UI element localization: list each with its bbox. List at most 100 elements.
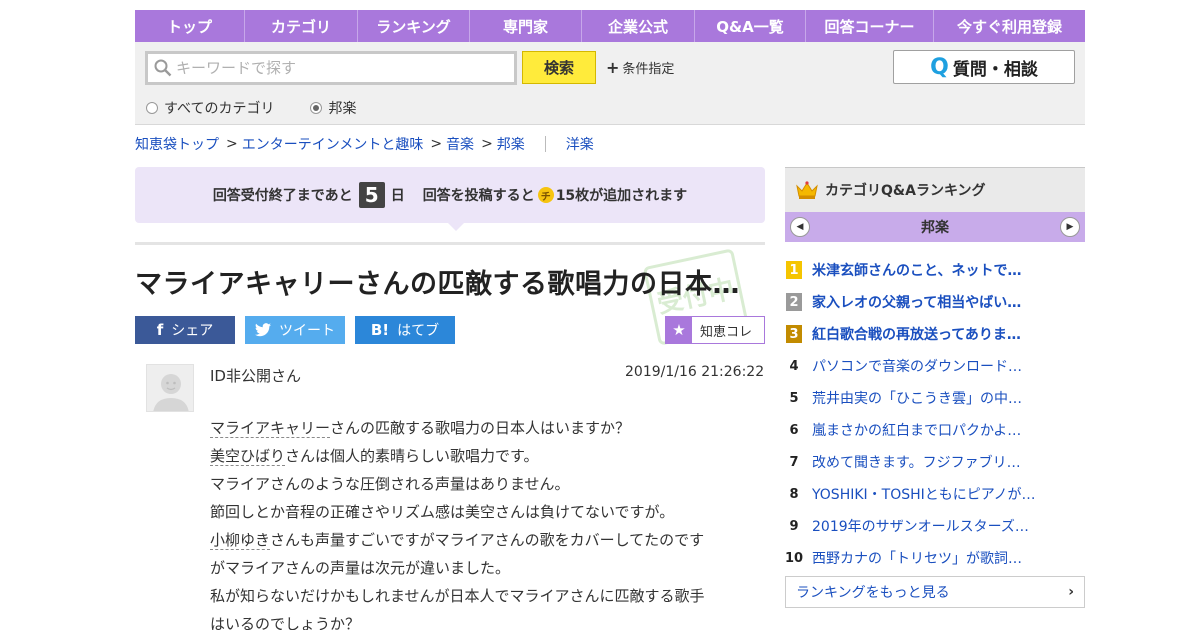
line-text: さんの匹敵する歌唱力の日本人はいますか？ — [330, 419, 631, 437]
rank-link[interactable]: 改めて聞きます。フジファブリ… — [812, 452, 1021, 472]
search-area: 検索 + 条件指定 Q 質問・相談 すべてのカテゴリ 邦楽 — [135, 42, 1085, 125]
ask-question-button[interactable]: Q 質問・相談 — [893, 50, 1075, 84]
twitter-icon — [255, 323, 271, 337]
star-icon: ★ — [666, 317, 692, 343]
ranking-item[interactable]: 3 紅白歌合戦の再放送ってありま… — [785, 318, 1085, 350]
question-title: マライアキャリーさんの匹敵する歌唱力の日本… — [135, 269, 740, 300]
question-line: 私が知らないだけかもしれませんが日本人でマライアさんに匹敵する歌手 — [210, 582, 755, 610]
line-text: マライアさんのような圧倒される声量はありません。 — [210, 475, 570, 493]
nav-expert[interactable]: 専門家 — [470, 10, 582, 42]
question-body: マライアキャリーさんの匹敵する歌唱力の日本人はいますか？ 美空ひばりさんは個人的… — [210, 414, 755, 630]
prev-category-icon[interactable]: ◀ — [790, 217, 810, 237]
day-unit: 日 — [390, 188, 405, 204]
rank-link[interactable]: 家入レオの父親って相当やばい… — [812, 292, 1021, 312]
breadcrumb-separator: > — [430, 136, 443, 152]
rank-link[interactable]: 2019年のサザンオールスターズ… — [812, 516, 1029, 536]
ranking-item[interactable]: 10 西野カナの「トリセツ」が歌詞… — [785, 542, 1085, 574]
rank-link[interactable]: 紅白歌合戦の再放送ってありま… — [812, 324, 1021, 344]
search-button[interactable]: 検索 — [522, 51, 596, 84]
twitter-share-button[interactable]: ツイート — [245, 316, 345, 344]
breadcrumb-music[interactable]: 音楽 — [446, 134, 474, 154]
notice-mid: 回答を投稿すると — [422, 188, 535, 204]
rank-number: 1 — [786, 261, 802, 279]
breadcrumb-top[interactable]: 知恵袋トップ — [135, 134, 219, 154]
breadcrumb-separator: > — [226, 136, 238, 152]
condition-label: 条件指定 — [622, 62, 675, 77]
question-line: がマライアさんの声量は次元が違いました。 — [210, 554, 755, 582]
ranking-item[interactable]: 7 改めて聞きます。フジファブリ… — [785, 446, 1085, 478]
search-input[interactable] — [176, 59, 496, 77]
coin-icon: チ — [537, 187, 554, 203]
rank-number: 2 — [786, 293, 802, 311]
question-line: 小柳ゆきさんも声量すごいですがマライアさんの歌をカバーしてたのです — [210, 526, 755, 554]
ranking-item[interactable]: 9 2019年のサザンオールスターズ… — [785, 510, 1085, 542]
question-line: 美空ひばりさんは個人的素晴らしい歌唱力です。 — [210, 442, 755, 470]
breadcrumb-western-music[interactable]: 洋楽 — [566, 134, 594, 154]
rank-link[interactable]: YOSHIKI・TOSHIともにピアノが… — [812, 484, 1036, 504]
more-ranking-label: ランキングをもっと見る — [796, 585, 950, 601]
nav-category[interactable]: カテゴリ — [245, 10, 358, 42]
chevron-right-icon: › — [1068, 584, 1074, 600]
share-label: はてブ — [397, 323, 440, 339]
notice-suffix: 15枚が追加されます — [555, 188, 688, 204]
ranking-header: カテゴリQ&Aランキング — [785, 167, 1085, 212]
question-line: マライアさんのような圧倒される声量はありません。 — [210, 470, 755, 498]
ranking-item[interactable]: 8 YOSHIKI・TOSHIともにピアノが… — [785, 478, 1085, 510]
days-remaining: 5 — [358, 182, 385, 208]
favorite-button[interactable]: ★ 知恵コレ — [665, 316, 765, 344]
rank-number: 10 — [784, 550, 804, 566]
line-text: 節回しとか音程の正確さやリズム感は美空さんは負けてないですが。 — [210, 503, 675, 521]
divider — [544, 136, 546, 152]
facebook-share-button[interactable]: f シェア — [135, 316, 235, 344]
notice-prefix: 回答受付終了まであと — [212, 188, 353, 204]
breadcrumb: 知恵袋トップ > エンターテインメントと趣味 > 音楽 > 邦楽 洋楽 — [135, 134, 594, 154]
radio-all-categories[interactable]: すべてのカテゴリ — [146, 98, 274, 118]
nav-official[interactable]: 企業公式 — [582, 10, 695, 42]
nav-qa-list[interactable]: Q&A一覧 — [695, 10, 806, 42]
rank-link[interactable]: パソコンで音楽のダウンロード… — [812, 356, 1022, 376]
user-name[interactable]: ID非公開さん — [210, 365, 301, 386]
radio-dot — [146, 102, 158, 114]
category-scope: すべてのカテゴリ 邦楽 — [146, 98, 392, 118]
ranking-item[interactable]: 2 家入レオの父親って相当やばい… — [785, 286, 1085, 318]
ranking-title: カテゴリQ&Aランキング — [825, 183, 986, 199]
divider — [135, 242, 765, 245]
condition-link[interactable]: + 条件指定 — [606, 58, 674, 77]
nav-register[interactable]: 今すぐ利用登録 — [934, 10, 1085, 42]
rank-link[interactable]: 嵐まさかの紅白まで口パクかよ… — [812, 420, 1021, 440]
line-text: がマライアさんの声量は次元が違いました。 — [210, 559, 511, 577]
question-line: 節回しとか音程の正確さやリズム感は美空さんは負けてないですが。 — [210, 498, 755, 526]
hatena-bookmark-button[interactable]: B! はてブ — [355, 316, 455, 344]
ranking-item[interactable]: 1 米津玄師さんのこと、ネットで… — [785, 254, 1085, 286]
rank-link[interactable]: 荒井由実の「ひこうき雲」の中… — [812, 388, 1022, 408]
radio-label: 邦楽 — [328, 101, 357, 117]
ranking-category-bar: ◀ 邦楽 ▶ — [785, 212, 1085, 242]
nav-ranking[interactable]: ランキング — [358, 10, 470, 42]
rank-number: 9 — [789, 518, 799, 534]
plus-icon: + — [606, 58, 620, 77]
avatar — [146, 364, 194, 412]
rank-number: 8 — [789, 486, 799, 502]
breadcrumb-jpop[interactable]: 邦楽 — [497, 134, 525, 154]
keyword-link[interactable]: マライアキャリー — [210, 419, 331, 438]
more-ranking-link[interactable]: ランキングをもっと見る › — [785, 576, 1085, 608]
breadcrumb-entertainment[interactable]: エンターテインメントと趣味 — [242, 134, 424, 154]
favorite-label: 知恵コレ — [700, 324, 753, 340]
keyword-link[interactable]: 美空ひばり — [210, 447, 286, 466]
nav-top[interactable]: トップ — [135, 10, 245, 42]
share-label: ツイート — [279, 323, 335, 339]
ranking-item[interactable]: 6 嵐まさかの紅白まで口パクかよ… — [785, 414, 1085, 446]
rank-number: 4 — [789, 358, 799, 374]
ranking-item[interactable]: 5 荒井由実の「ひこうき雲」の中… — [785, 382, 1085, 414]
nav-answer-corner[interactable]: 回答コーナー — [806, 10, 934, 42]
keyword-link[interactable]: 小柳ゆき — [210, 531, 271, 550]
rank-link[interactable]: 米津玄師さんのこと、ネットで… — [812, 260, 1021, 280]
line-text: はいるのでしょうか？ — [210, 615, 361, 630]
rank-link[interactable]: 西野カナの「トリセツ」が歌詞… — [812, 548, 1022, 568]
ranking-item[interactable]: 4 パソコンで音楽のダウンロード… — [785, 350, 1085, 382]
search-box[interactable] — [145, 51, 517, 85]
radio-current-category[interactable]: 邦楽 — [310, 98, 356, 118]
ranking-list: 1 米津玄師さんのこと、ネットで… 2 家入レオの父親って相当やばい… 3 紅白歌合戦… — [785, 254, 1085, 574]
next-category-icon[interactable]: ▶ — [1060, 217, 1080, 237]
q-logo-icon: Q — [930, 54, 949, 80]
